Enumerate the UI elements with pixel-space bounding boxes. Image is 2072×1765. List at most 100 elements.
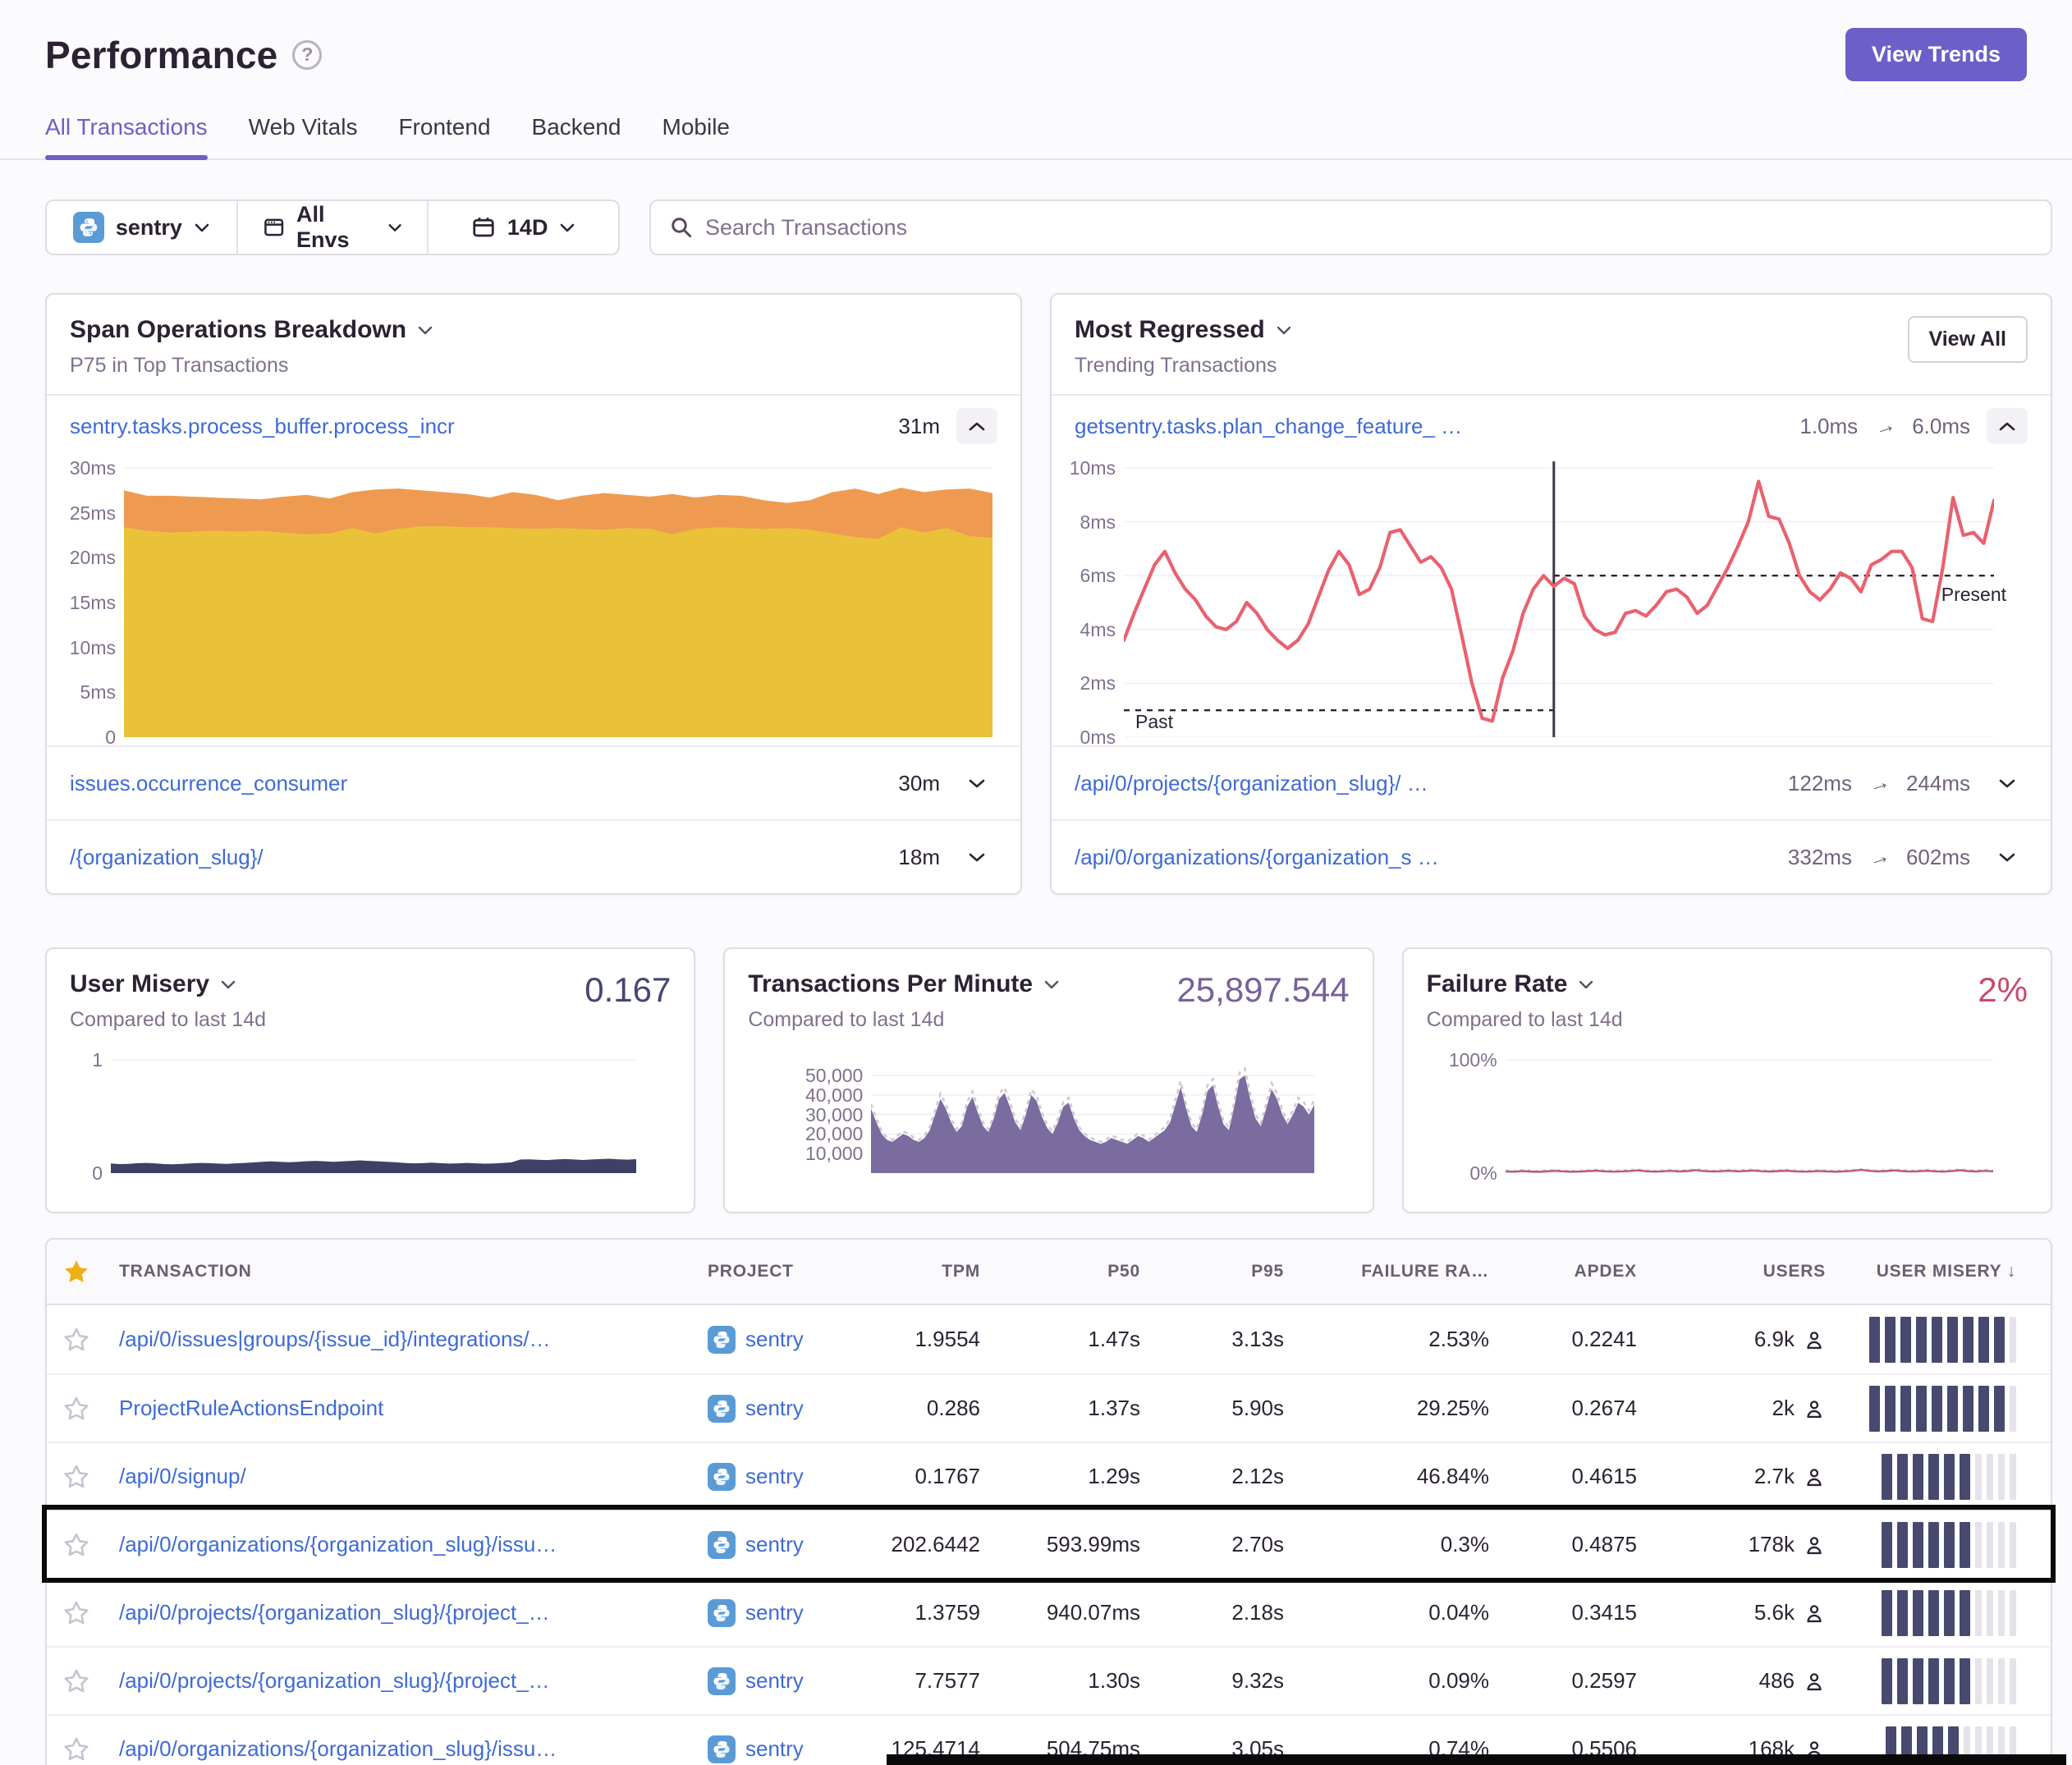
project-link[interactable]: sentry: [745, 1464, 804, 1489]
project-link[interactable]: sentry: [745, 1736, 804, 1762]
sort-desc-icon: ↓: [2007, 1262, 2016, 1281]
column-header-tpm[interactable]: TPM: [890, 1262, 980, 1281]
span-panel-title-dropdown[interactable]: Span Operations Breakdown: [70, 316, 433, 344]
user-misery-bars: [1882, 1454, 2016, 1500]
favorite-star[interactable]: [47, 1599, 106, 1627]
axis-tick-label: 4ms: [1080, 619, 1116, 641]
tpm-value: 0.1767: [890, 1464, 980, 1489]
transaction-link[interactable]: /api/0/organizations/{organization_slug}…: [119, 1736, 557, 1761]
regressed-row: /api/0/organizations/{organization_s … 3…: [1052, 819, 2051, 893]
favorite-column-header[interactable]: [47, 1258, 106, 1286]
present-label: Present: [1941, 584, 2006, 606]
collapse-button[interactable]: [956, 408, 997, 444]
table-row[interactable]: /api/0/projects/{organization_slug}/{pro…: [47, 1646, 2051, 1714]
transaction-link[interactable]: /api/0/organizations/{organization_slug}…: [119, 1532, 557, 1556]
user-misery-title-dropdown[interactable]: User Misery: [70, 970, 266, 998]
favorite-star[interactable]: [47, 1326, 106, 1354]
column-header-failure-ra-[interactable]: FAILURE RA…: [1284, 1262, 1489, 1281]
expand-button[interactable]: [1987, 765, 2028, 801]
table-row[interactable]: /api/0/projects/{organization_slug}/{pro…: [47, 1578, 2051, 1646]
tab-all-transactions[interactable]: All Transactions: [45, 114, 208, 158]
help-icon[interactable]: ?: [292, 40, 322, 70]
apdex-value: 0.4875: [1489, 1532, 1637, 1557]
transaction-link[interactable]: /api/0/projects/{organization_slug}/{pro…: [119, 1668, 550, 1693]
user-misery-bars: [1869, 1317, 2016, 1363]
span-op-row: sentry.tasks.process_buffer.process_incr…: [47, 396, 1020, 456]
regressed-row: getsentry.tasks.plan_change_feature_ … 1…: [1052, 396, 2051, 456]
tab-backend[interactable]: Backend: [532, 114, 621, 158]
python-icon: [73, 212, 104, 243]
column-header-user-misery[interactable]: USER MISERY ↓: [1826, 1262, 2051, 1281]
transaction-link[interactable]: /api/0/projects/{organization_slug}/{pro…: [119, 1600, 550, 1625]
table-row[interactable]: /api/0/signup/ sentry 0.1767 1.29s 2.12s…: [47, 1442, 2051, 1510]
date-range-filter[interactable]: 14D: [427, 201, 618, 254]
star-outline-icon: [62, 1735, 90, 1763]
users-cell: 2.7k: [1637, 1464, 1826, 1489]
transaction-link[interactable]: ProjectRuleActionsEndpoint: [119, 1396, 383, 1420]
column-header-users[interactable]: USERS: [1637, 1262, 1826, 1281]
apdex-value: 0.4615: [1489, 1464, 1637, 1489]
column-header-p50[interactable]: P50: [980, 1262, 1140, 1281]
apdex-value: 0.2674: [1489, 1396, 1637, 1421]
star-outline-icon: [62, 1326, 90, 1354]
tpm-title-dropdown[interactable]: Transactions Per Minute: [748, 970, 1059, 998]
column-header-transaction[interactable]: TRANSACTION: [106, 1262, 708, 1281]
chevron-down-icon: [418, 325, 433, 335]
column-header-apdex[interactable]: APDEX: [1489, 1262, 1637, 1281]
python-icon: [708, 1667, 736, 1695]
table-row[interactable]: /api/0/issues|groups/{issue_id}/integrat…: [47, 1305, 2051, 1373]
project-filter[interactable]: sentry: [47, 201, 236, 254]
search-icon: [669, 215, 694, 240]
regressed-transaction-link[interactable]: /api/0/organizations/{organization_s …: [1075, 845, 1439, 870]
tab-web-vitals[interactable]: Web Vitals: [249, 114, 358, 158]
favorite-star[interactable]: [47, 1395, 106, 1423]
view-trends-button[interactable]: View Trends: [1845, 28, 2027, 81]
project-link[interactable]: sentry: [745, 1600, 804, 1625]
favorite-star[interactable]: [47, 1531, 106, 1559]
star-outline-icon: [62, 1667, 90, 1695]
column-header-p95[interactable]: P95: [1140, 1262, 1284, 1281]
chevron-down-icon: [387, 222, 402, 233]
span-op-link[interactable]: sentry.tasks.process_buffer.process_incr: [70, 414, 455, 439]
failure-rate-title-dropdown[interactable]: Failure Rate: [1427, 970, 1623, 998]
regressed-transaction-link[interactable]: getsentry.tasks.plan_change_feature_ …: [1075, 414, 1462, 439]
collapse-button[interactable]: [1987, 408, 2028, 444]
tab-mobile[interactable]: Mobile: [662, 114, 730, 158]
favorite-star[interactable]: [47, 1735, 106, 1763]
expand-button[interactable]: [956, 765, 997, 801]
user-misery-cell: [1826, 1658, 2051, 1704]
project-filter-label: sentry: [116, 215, 182, 241]
table-row[interactable]: /api/0/organizations/{organization_slug}…: [47, 1510, 2051, 1578]
users-cell: 486: [1637, 1668, 1826, 1694]
regressed-panel-title-dropdown[interactable]: Most Regressed: [1075, 316, 1291, 344]
failure-rate-cell: 0.04%: [1284, 1600, 1489, 1625]
python-icon: [708, 1531, 736, 1559]
star-outline-icon: [62, 1395, 90, 1423]
span-op-link[interactable]: /{organization_slug}/: [70, 845, 264, 870]
favorite-star[interactable]: [47, 1463, 106, 1491]
project-link[interactable]: sentry: [745, 1532, 804, 1557]
users-cell: 6.9k: [1637, 1327, 1826, 1352]
chevron-down-icon: [1044, 979, 1059, 989]
tab-frontend[interactable]: Frontend: [398, 114, 490, 158]
environment-filter[interactable]: All Envs: [236, 201, 428, 254]
transaction-link[interactable]: /api/0/issues|groups/{issue_id}/integrat…: [119, 1327, 551, 1351]
project-link[interactable]: sentry: [745, 1396, 804, 1421]
table-row[interactable]: ProjectRuleActionsEndpoint sentry 0.286 …: [47, 1373, 2051, 1442]
user-misery-cell: [1826, 1386, 2051, 1432]
apdex-value: 0.2241: [1489, 1327, 1637, 1352]
regressed-transaction-link[interactable]: /api/0/projects/{organization_slug}/ …: [1075, 771, 1428, 796]
search-input[interactable]: [705, 215, 2033, 241]
project-link[interactable]: sentry: [745, 1668, 804, 1694]
span-op-link[interactable]: issues.occurrence_consumer: [70, 771, 347, 796]
python-icon: [708, 1599, 736, 1627]
expand-button[interactable]: [1987, 839, 2028, 875]
view-all-button[interactable]: View All: [1908, 316, 2028, 363]
favorite-star[interactable]: [47, 1667, 106, 1695]
p50-value: 593.99ms: [980, 1532, 1140, 1557]
project-link[interactable]: sentry: [745, 1327, 804, 1352]
expand-button[interactable]: [956, 839, 997, 875]
transaction-link[interactable]: /api/0/signup/: [119, 1464, 246, 1488]
column-header-project[interactable]: PROJECT: [708, 1262, 890, 1281]
past-label: Past: [1135, 711, 1173, 733]
